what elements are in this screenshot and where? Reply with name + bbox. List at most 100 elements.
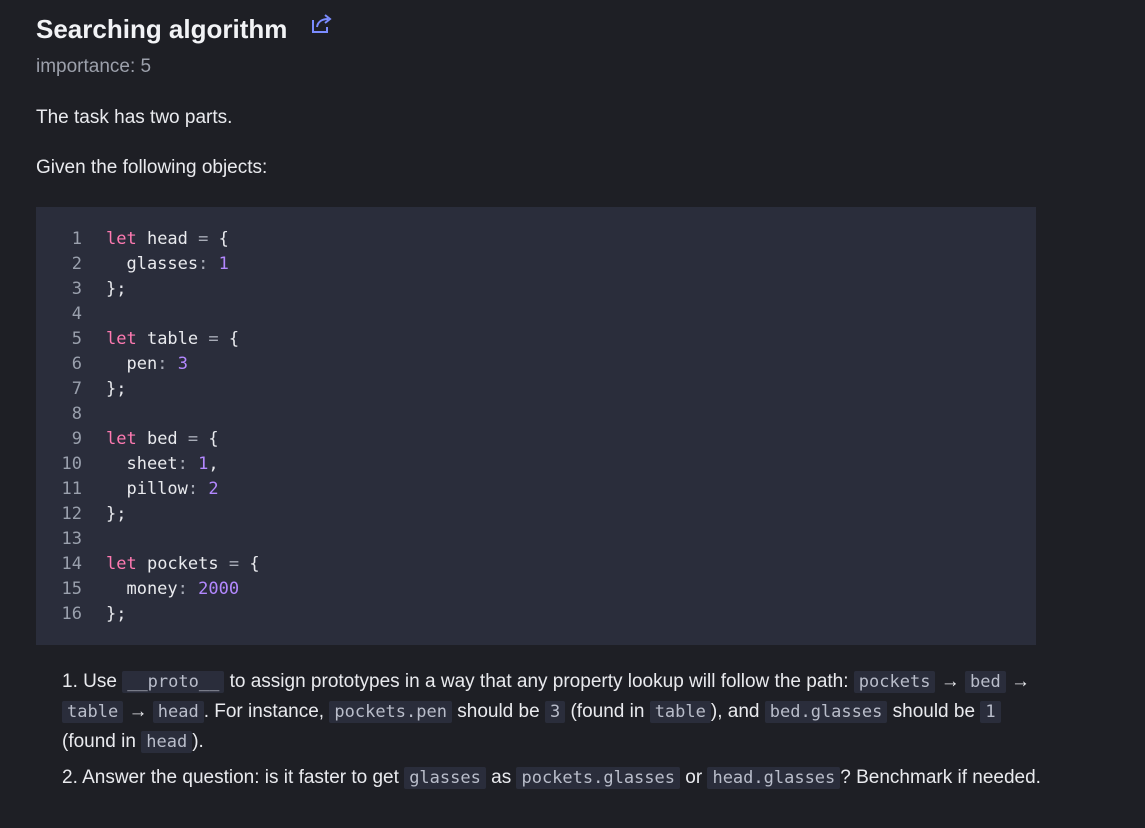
code-text: pen: 3 — [82, 352, 188, 377]
task-text: as — [485, 767, 517, 788]
code-token: bed — [136, 429, 188, 449]
code-line: 12}; — [36, 502, 260, 527]
code-token: }; — [106, 504, 127, 524]
inline-code: bed — [965, 671, 1006, 693]
code-line: 9 let bed = { — [36, 427, 260, 452]
line-number: 11 — [61, 479, 82, 499]
code-text: }; — [82, 377, 126, 402]
line-number: 5 — [71, 329, 82, 349]
code-token: = — [198, 229, 209, 249]
code-text: let table = { — [82, 327, 239, 352]
code-text: sheet: 1, — [82, 452, 219, 477]
code-token: pockets — [136, 554, 229, 574]
task-text: 2. Answer the question: is it faster to … — [62, 767, 405, 788]
code-token: }; — [106, 279, 127, 299]
code-token: sheet — [106, 454, 178, 474]
line-number: 1 — [71, 229, 82, 249]
code-token: pillow — [106, 479, 188, 499]
code-line: 14 let pockets = { — [36, 552, 260, 577]
code-token: : — [177, 454, 188, 474]
task-text: should be — [451, 701, 545, 722]
code-token: }; — [106, 604, 127, 624]
task-list: 1. Use __proto__ to assign prototypes in… — [62, 667, 1042, 799]
task-text: ? Benchmark if needed. — [840, 767, 1041, 788]
code-token: = — [228, 554, 240, 574]
inline-code: glasses — [404, 767, 486, 789]
inline-code: __proto__ — [122, 671, 225, 693]
inline-code: table — [62, 701, 124, 723]
code-token: 2000 — [198, 579, 240, 599]
task-text: 1. Use — [62, 671, 123, 692]
code-token: 3 — [177, 354, 188, 374]
open-in-new-window-icon[interactable] — [311, 14, 333, 34]
code-line: 1 let head = { — [36, 227, 260, 252]
title-row: Searching algorithm — [36, 12, 333, 46]
inline-code: pockets — [853, 671, 936, 693]
task-text: should be — [887, 701, 981, 722]
code-line: 4 — [36, 302, 260, 327]
inline-code: pockets.pen — [329, 701, 452, 723]
task-text: ), and — [710, 701, 765, 722]
inline-code: 1 — [980, 701, 1001, 723]
code-line: 11 pillow: 2 — [36, 477, 260, 502]
line-number: 14 — [61, 554, 82, 574]
importance-label: importance: 5 — [36, 56, 152, 77]
code-token: pen — [106, 354, 158, 374]
task-text: . For instance, — [203, 701, 330, 722]
code-line: 3}; — [36, 277, 260, 302]
code-text: pillow: 2 — [82, 477, 218, 502]
code-token: }; — [106, 379, 127, 399]
line-number: 4 — [71, 304, 82, 324]
task-text: (found in — [62, 731, 142, 752]
code-token: : — [187, 479, 199, 499]
code-token: money — [106, 579, 178, 599]
line-number: 2 — [71, 254, 82, 274]
task-text: ). — [192, 731, 204, 752]
code-token: { — [208, 229, 229, 249]
code-token: : — [198, 254, 209, 274]
task-text: → — [1005, 671, 1031, 692]
code-line: 10 sheet: 1, — [36, 452, 260, 477]
inline-code: bed.glasses — [764, 701, 888, 723]
code-token: { — [239, 554, 260, 574]
line-number: 6 — [71, 354, 82, 374]
code-text: let bed = { — [82, 427, 219, 452]
code-line: 13 — [36, 527, 260, 552]
code-line: 16}; — [36, 602, 260, 627]
task-text: or — [680, 767, 708, 788]
code-token: glasses — [106, 254, 199, 274]
line-number: 16 — [61, 604, 82, 624]
code-lines: 1 let head = {2 glasses: 1 3}; 4 5 let table … — [36, 227, 260, 627]
task-1: 1. Use __proto__ to assign prototypes in… — [62, 667, 1042, 757]
line-number: 15 — [61, 579, 82, 599]
code-text: let head = { — [82, 227, 229, 252]
task-text: (found in — [565, 701, 650, 722]
code-line: 2 glasses: 1 — [36, 252, 260, 277]
code-token: , — [208, 454, 219, 474]
code-token: { — [218, 329, 240, 349]
task-text: to assign prototypes in a way that any p… — [224, 671, 854, 692]
code-token: let — [106, 429, 137, 449]
code-line: 5 let table = { — [36, 327, 260, 352]
code-token: head — [136, 229, 199, 249]
code-line: 6 pen: 3 — [36, 352, 260, 377]
code-token: table — [136, 329, 209, 349]
code-token: let — [106, 329, 137, 349]
page-title: Searching algorithm — [36, 14, 288, 44]
line-number: 3 — [71, 279, 82, 299]
line-number: 10 — [61, 454, 82, 474]
code-token: : — [157, 354, 168, 374]
code-line: 15 money: 2000 — [36, 577, 260, 602]
code-line: 7}; — [36, 377, 260, 402]
intro-paragraph: The task has two parts. — [36, 107, 233, 128]
code-text: }; — [82, 602, 126, 627]
code-text: let pockets = { — [82, 552, 260, 577]
code-text: }; — [82, 277, 126, 302]
code-line: 8 — [36, 402, 260, 427]
inline-code: head.glasses — [707, 767, 841, 789]
given-paragraph: Given the following objects: — [36, 157, 268, 178]
